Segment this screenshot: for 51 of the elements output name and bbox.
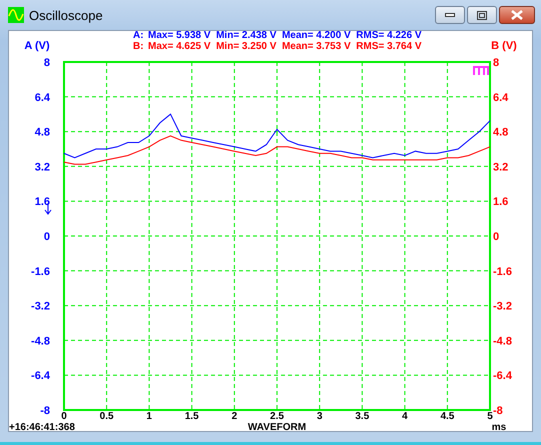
axis-title: B (V) [491,40,517,52]
axis-tick-label: -3.2 [493,300,512,313]
axis-tick-label: -8 [40,405,50,417]
axis-tick-label: 1.6 [34,196,50,208]
close-button[interactable] [499,6,535,24]
axis-tick-label: 8 [44,57,50,69]
axis-tick-label: 3 [316,411,322,422]
axis-tick-label: 2.5 [270,411,284,422]
axis-tick-label: 4.5 [440,411,454,422]
statistics-line: Max= 5.938 V Min= 2.438 V Mean= 4.200 V RMS= 4.226 V [148,31,422,41]
maximize-button[interactable] [467,6,497,24]
axis-tick-label: 4.8 [493,126,508,139]
timestamp: +16:46:41:368 [9,422,75,431]
axis-tick-label: -4.8 [31,335,50,348]
axis-tick-label: 3.2 [493,161,508,174]
sine-wave-icon [8,7,24,23]
axis-tick-label: -6.4 [31,370,50,382]
axis-tick-label: 0.5 [100,411,114,422]
minimize-button[interactable] [435,6,465,24]
axis-tick-label: 1.6 [493,196,508,208]
axis-title: A (V) [24,40,50,52]
axis-tick-label: 0 [44,231,50,243]
axis-title: WAVEFORM [248,422,306,431]
axis-tick-label: 1.5 [184,411,199,422]
axis-tick-label: -4.8 [493,335,512,348]
axis-tick-label: 5 [487,411,493,422]
axis-tick-label: -1.6 [31,266,50,278]
axis-tick-label: -3.2 [31,300,50,313]
window-title: Oscilloscope [29,8,104,22]
axis-tick-label: -6.4 [493,370,512,382]
axis-tick-label: 1 [146,411,152,422]
axis-tick-label: -1.6 [493,266,512,278]
channel-label: A: [133,31,144,41]
logo-icon [473,66,489,75]
unit-label: ms [492,422,506,431]
axis-tick-label: 3.5 [355,411,370,422]
axis-tick-label: 4.8 [34,126,50,139]
axis-tick-label: 6.4 [34,92,50,104]
axis-tick-label: 0 [61,411,67,422]
minimize-icon [445,13,455,17]
axis-tick-label: -8 [493,405,503,417]
axis-tick-label: 3.2 [34,161,50,174]
restore-icon [477,10,487,20]
statistics-line: Max= 4.625 V Min= 3.250 V Mean= 3.753 V RMS= 3.764 V [148,41,422,52]
close-icon [511,10,523,20]
axis-tick-label: 8 [493,57,500,69]
axis-tick-label: 4 [402,411,408,422]
axis-tick-label: 6.4 [493,92,508,104]
axis-tick-label: 0 [493,231,500,243]
channel-label: B: [133,41,144,52]
axis-tick-label: 2 [232,411,238,422]
